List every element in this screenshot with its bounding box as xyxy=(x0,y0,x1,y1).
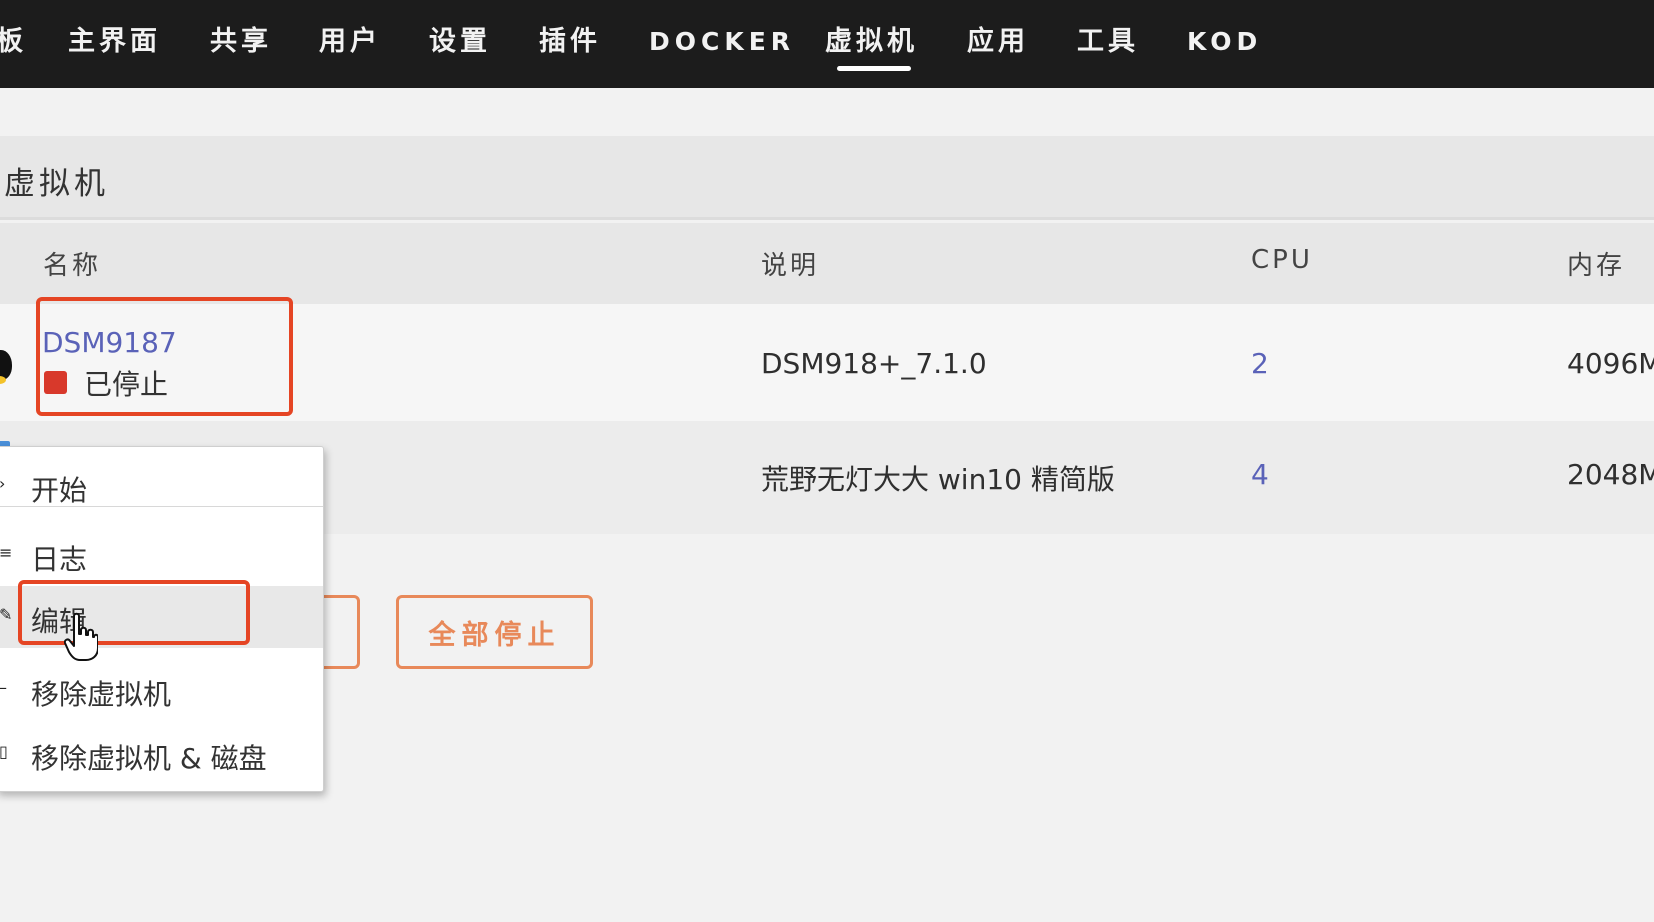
column-header-name: 名称 xyxy=(43,251,102,281)
top-nav-bar: 板 主界面 共享 用户 设置 插件 DOCKER 虚拟机 应用 工具 KOD xyxy=(0,0,1654,88)
column-header-memory: 内存 xyxy=(1567,251,1626,281)
nav-active-underline xyxy=(837,66,911,71)
menu-item-label: 移除虚拟机 & 磁盘 xyxy=(31,742,267,775)
vm-description: 荒野无灯大大 win10 精简版 xyxy=(761,463,1115,496)
nav-item-shares[interactable]: 共享 xyxy=(210,22,272,62)
nav-item-kod[interactable]: KOD xyxy=(1187,22,1262,62)
column-header-cpu: CPU xyxy=(1251,245,1313,275)
menu-item-label: 日志 xyxy=(31,543,88,576)
section-title: 虚拟机 xyxy=(4,166,109,202)
vm-status: 已停止 xyxy=(84,368,169,401)
menu-item-remove-vm-and-disks[interactable]: ▯ 移除虚拟机 & 磁盘 xyxy=(0,723,323,785)
nav-item-settings[interactable]: 设置 xyxy=(429,22,491,62)
menu-item-start[interactable]: › 开始 xyxy=(0,455,323,517)
vm-cpu-count[interactable]: 4 xyxy=(1251,458,1269,491)
trash-icon: ▯ xyxy=(0,742,8,761)
column-header-description: 说明 xyxy=(761,251,820,281)
play-icon: › xyxy=(0,476,9,492)
vm-table-header: 名称 说明 CPU 内存 xyxy=(0,223,1654,304)
vm-description: DSM918+_7.1.0 xyxy=(761,347,987,380)
stop-all-button[interactable]: 全部停止 xyxy=(396,595,593,669)
nav-item-vms[interactable]: 虚拟机 xyxy=(825,22,918,62)
nav-item-plugins[interactable]: 插件 xyxy=(539,22,601,62)
table-row: DSM9187 已停止 DSM918+_7.1.0 2 4096M xyxy=(0,304,1654,421)
linux-penguin-icon[interactable] xyxy=(0,350,12,384)
stopped-status-icon xyxy=(44,371,67,394)
list-icon: ≡ xyxy=(0,543,13,562)
nav-item-apps[interactable]: 应用 xyxy=(967,22,1029,62)
nav-item-main[interactable]: 主界面 xyxy=(68,22,161,62)
vm-cpu-count[interactable]: 2 xyxy=(1251,347,1269,380)
vm-section-header: 虚拟机 xyxy=(0,136,1654,220)
vm-memory: 4096M xyxy=(1567,347,1654,380)
nav-item-users[interactable]: 用户 xyxy=(319,22,381,62)
vm-memory: 2048M xyxy=(1567,458,1654,491)
pencil-icon: ✎ xyxy=(0,605,13,624)
menu-divider xyxy=(0,506,323,507)
menu-item-log[interactable]: ≡ 日志 xyxy=(0,524,323,586)
menu-item-label: 开始 xyxy=(31,474,88,507)
nav-item-tools[interactable]: 工具 xyxy=(1077,22,1139,62)
menu-item-label: 移除虚拟机 xyxy=(31,678,172,711)
minus-icon: – xyxy=(0,680,9,696)
nav-item-docker[interactable]: DOCKER xyxy=(649,22,795,62)
vm-context-menu: › 开始 ≡ 日志 ✎ 编辑 – 移除虚拟机 ▯ 移除虚拟机 & 磁盘 xyxy=(0,446,324,792)
menu-item-edit[interactable]: ✎ 编辑 xyxy=(0,586,323,648)
menu-item-remove-vm[interactable]: – 移除虚拟机 xyxy=(0,659,323,721)
nav-item-dashboard[interactable]: 板 xyxy=(0,22,27,62)
hand-pointer-cursor-icon xyxy=(64,612,98,661)
vm-name-link[interactable]: DSM9187 xyxy=(42,326,177,359)
